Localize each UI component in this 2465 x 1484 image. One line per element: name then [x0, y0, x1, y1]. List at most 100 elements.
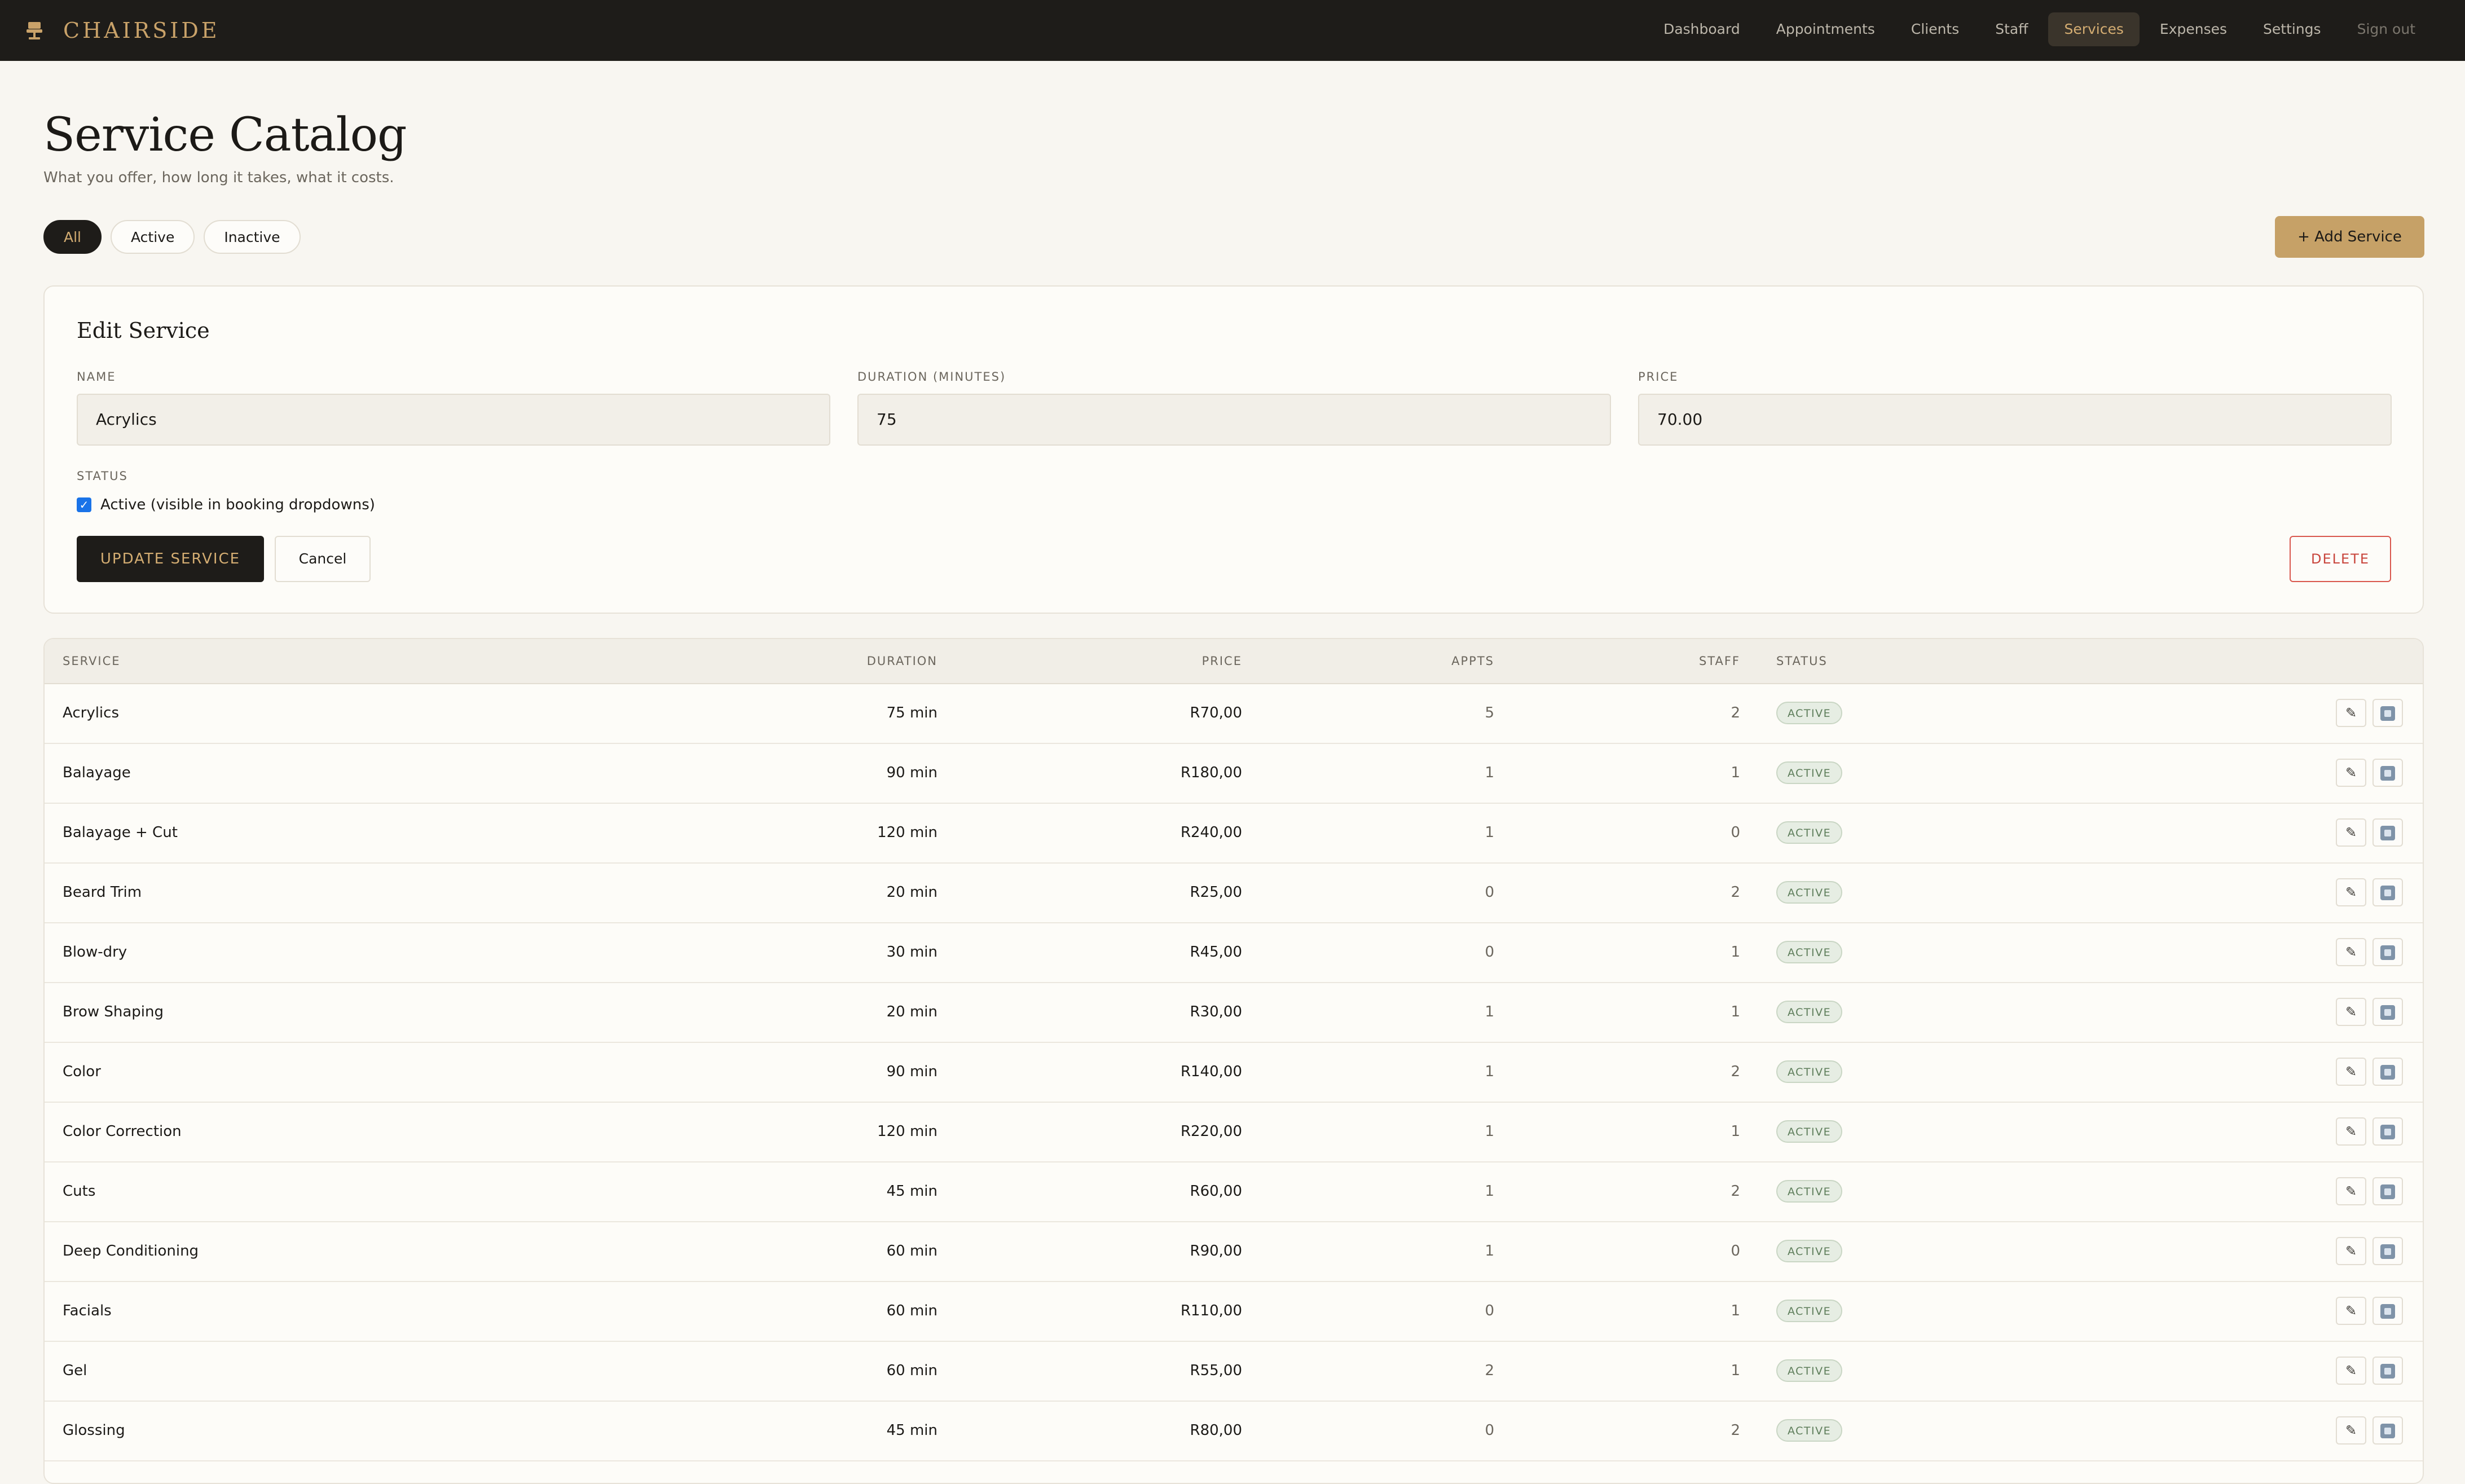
- name-field[interactable]: Acrylics: [77, 394, 830, 446]
- edit-icon: ✎: [2345, 1064, 2357, 1080]
- service-appts: 1: [1485, 1003, 1494, 1020]
- delete-row-button[interactable]: [2372, 1416, 2403, 1445]
- delete-row-button[interactable]: [2372, 998, 2403, 1026]
- edit-button[interactable]: ✎: [2336, 1237, 2366, 1265]
- service-price: R140,00: [1180, 1063, 1242, 1080]
- brand[interactable]: CHAIRSIDE: [24, 15, 220, 46]
- edit-button[interactable]: ✎: [2336, 1177, 2366, 1205]
- delete-button[interactable]: DELETE: [2290, 536, 2391, 582]
- delete-row-button[interactable]: [2372, 878, 2403, 906]
- table-row[interactable]: Deep Conditioning 60 min R90,00 1 0 ACTIVE ✎: [45, 1221, 2423, 1282]
- edit-button[interactable]: ✎: [2336, 1297, 2366, 1325]
- status-badge: ACTIVE: [1776, 1419, 1843, 1442]
- edit-button[interactable]: ✎: [2336, 759, 2366, 787]
- service-name: Glossing: [63, 1422, 125, 1439]
- edit-card-title: Edit Service: [77, 318, 210, 343]
- delete-icon: [2380, 1364, 2395, 1379]
- col-duration: DURATION: [866, 654, 937, 668]
- delete-row-button[interactable]: [2372, 1177, 2403, 1205]
- cancel-button[interactable]: Cancel: [275, 536, 371, 582]
- edit-button[interactable]: ✎: [2336, 878, 2366, 906]
- nav-services[interactable]: Services: [2048, 12, 2140, 46]
- filter-active[interactable]: Active: [111, 220, 195, 254]
- table-row[interactable]: Color 90 min R140,00 1 2 ACTIVE ✎: [45, 1042, 2423, 1103]
- table-row[interactable]: Beard Trim 20 min R25,00 0 2 ACTIVE ✎: [45, 862, 2423, 923]
- delete-row-button[interactable]: [2372, 938, 2403, 966]
- col-status: STATUS: [1776, 654, 1828, 668]
- edit-icon: ✎: [2345, 1303, 2357, 1319]
- nav-staff[interactable]: Staff: [1979, 12, 2044, 46]
- table-row[interactable]: Blow-dry 30 min R45,00 0 1 ACTIVE ✎: [45, 922, 2423, 983]
- delete-row-button[interactable]: [2372, 818, 2403, 847]
- status-badge: ACTIVE: [1776, 881, 1843, 904]
- edit-button[interactable]: ✎: [2336, 1058, 2366, 1086]
- delete-row-button[interactable]: [2372, 1297, 2403, 1325]
- services-table: SERVICE DURATION PRICE APPTS STAFF STATU…: [43, 638, 2424, 1484]
- service-name: Balayage: [63, 764, 131, 781]
- col-price: PRICE: [1201, 654, 1242, 668]
- service-name: Brow Shaping: [63, 1003, 164, 1020]
- filter-all[interactable]: All: [43, 220, 102, 254]
- price-field[interactable]: 70.00: [1638, 394, 2392, 446]
- delete-icon: [2380, 1304, 2395, 1319]
- service-appts: 0: [1485, 884, 1494, 901]
- edit-button[interactable]: ✎: [2336, 938, 2366, 966]
- service-staff: 2: [1731, 704, 1740, 721]
- table-row[interactable]: Balayage 90 min R180,00 1 1 ACTIVE ✎: [45, 743, 2423, 804]
- nav-sign-out[interactable]: Sign out: [2341, 12, 2431, 46]
- edit-button[interactable]: ✎: [2336, 1416, 2366, 1445]
- edit-button[interactable]: ✎: [2336, 699, 2366, 727]
- delete-row-button[interactable]: [2372, 699, 2403, 727]
- update-service-button[interactable]: UPDATE SERVICE: [77, 536, 264, 582]
- edit-button[interactable]: ✎: [2336, 818, 2366, 847]
- service-appts: 0: [1485, 1302, 1494, 1319]
- delete-row-button[interactable]: [2372, 1237, 2403, 1265]
- service-duration: 45 min: [886, 1422, 937, 1439]
- salon-chair-icon: [27, 22, 42, 39]
- filter-inactive[interactable]: Inactive: [204, 220, 301, 254]
- service-duration: 20 min: [886, 884, 937, 901]
- service-price: R45,00: [1190, 944, 1243, 961]
- delete-row-button[interactable]: [2372, 1117, 2403, 1146]
- price-label: PRICE: [1638, 370, 1679, 384]
- active-checkbox-label: Active (visible in booking dropdowns): [100, 496, 375, 513]
- service-duration: 120 min: [877, 1123, 937, 1140]
- nav-settings[interactable]: Settings: [2247, 12, 2337, 46]
- add-service-button[interactable]: + Add Service: [2275, 216, 2424, 258]
- nav-dashboard[interactable]: Dashboard: [1648, 12, 1756, 46]
- service-duration: 60 min: [886, 1302, 937, 1319]
- edit-button[interactable]: ✎: [2336, 1117, 2366, 1146]
- service-name: Facials: [63, 1302, 112, 1319]
- nav-clients[interactable]: Clients: [1895, 12, 1975, 46]
- table-row[interactable]: Glossing 45 min R80,00 0 2 ACTIVE ✎: [45, 1401, 2423, 1461]
- edit-icon: ✎: [2345, 1423, 2357, 1438]
- service-staff: 1: [1731, 1003, 1740, 1020]
- nav-expenses[interactable]: Expenses: [2144, 12, 2243, 46]
- table-row[interactable]: Acrylics 75 min R70,00 5 2 ACTIVE ✎: [45, 683, 2423, 744]
- table-row[interactable]: Color Correction 120 min R220,00 1 1 ACTIVE ✎: [45, 1102, 2423, 1162]
- delete-row-button[interactable]: [2372, 759, 2403, 787]
- table-row[interactable]: Cuts 45 min R60,00 1 2 ACTIVE ✎: [45, 1161, 2423, 1222]
- service-name: Gel: [63, 1362, 87, 1379]
- active-checkbox[interactable]: ✓: [77, 497, 91, 512]
- service-price: R80,00: [1190, 1422, 1243, 1439]
- service-price: R110,00: [1180, 1302, 1242, 1319]
- top-nav-bar: CHAIRSIDE Dashboard Appointments Clients…: [0, 0, 2465, 61]
- edit-button[interactable]: ✎: [2336, 1357, 2366, 1385]
- table-row[interactable]: Gel 60 min R55,00 2 1 ACTIVE ✎: [45, 1341, 2423, 1402]
- service-staff: 1: [1731, 1362, 1740, 1379]
- nav-appointments[interactable]: Appointments: [1760, 12, 1891, 46]
- service-appts: 1: [1485, 764, 1494, 781]
- table-row[interactable]: Facials 60 min R110,00 0 1 ACTIVE ✎: [45, 1281, 2423, 1342]
- edit-icon: ✎: [2345, 1124, 2357, 1139]
- brand-name: CHAIRSIDE: [63, 18, 220, 43]
- edit-service-card: Edit Service NAME Acrylics DURATION (MIN…: [43, 285, 2424, 614]
- table-row[interactable]: Brow Shaping 20 min R30,00 1 1 ACTIVE ✎: [45, 982, 2423, 1043]
- delete-row-button[interactable]: [2372, 1058, 2403, 1086]
- edit-button[interactable]: ✎: [2336, 998, 2366, 1026]
- service-name: Color Correction: [63, 1123, 182, 1140]
- duration-field[interactable]: 75: [857, 394, 1611, 446]
- delete-row-button[interactable]: [2372, 1357, 2403, 1385]
- table-row[interactable]: Balayage + Cut 120 min R240,00 1 0 ACTIVE ✎: [45, 803, 2423, 864]
- active-checkbox-row[interactable]: ✓ Active (visible in booking dropdowns): [77, 496, 375, 513]
